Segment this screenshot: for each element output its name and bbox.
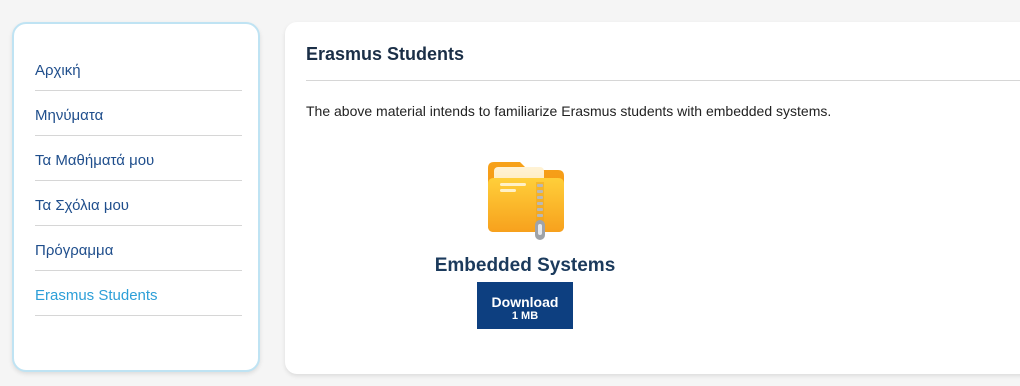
- download-button[interactable]: Download 1 MB: [477, 282, 573, 329]
- sidebar-item-label: Μηνύματα: [35, 106, 104, 124]
- file-size: 1 MB: [511, 310, 539, 322]
- sidebar-item-erasmus-students[interactable]: Erasmus Students: [35, 271, 242, 316]
- page-description: The above material intends to familiariz…: [306, 103, 832, 119]
- zip-folder-icon[interactable]: [480, 154, 570, 250]
- sidebar-item-label: Πρόγραμμα: [35, 241, 114, 259]
- title-divider: [306, 80, 1020, 81]
- sidebar: Αρχική Μηνύματα Τα Μαθήματά μου Τα Σχόλι…: [12, 22, 260, 372]
- page-title: Erasmus Students: [306, 44, 465, 64]
- sidebar-item-label: Τα Μαθήματά μου: [35, 151, 155, 169]
- download-label: Download: [491, 294, 559, 310]
- sidebar-nav: Αρχική Μηνύματα Τα Μαθήματά μου Τα Σχόλι…: [35, 46, 242, 316]
- sidebar-item-label: Αρχική: [35, 61, 81, 79]
- sidebar-item-label: Erasmus Students: [35, 286, 158, 304]
- file-card: Embedded Systems Download 1 MB: [405, 154, 645, 329]
- sidebar-item-schedule[interactable]: Πρόγραμμα: [35, 226, 242, 271]
- sidebar-item-my-comments[interactable]: Τα Σχόλια μου: [35, 181, 242, 226]
- sidebar-item-my-courses[interactable]: Τα Μαθήματά μου: [35, 136, 242, 181]
- sidebar-item-home[interactable]: Αρχική: [35, 46, 242, 91]
- file-name: Embedded Systems: [434, 255, 616, 276]
- sidebar-item-label: Τα Σχόλια μου: [35, 196, 130, 214]
- sidebar-item-messages[interactable]: Μηνύματα: [35, 91, 242, 136]
- main-content: Erasmus Students The above material inte…: [285, 22, 1020, 374]
